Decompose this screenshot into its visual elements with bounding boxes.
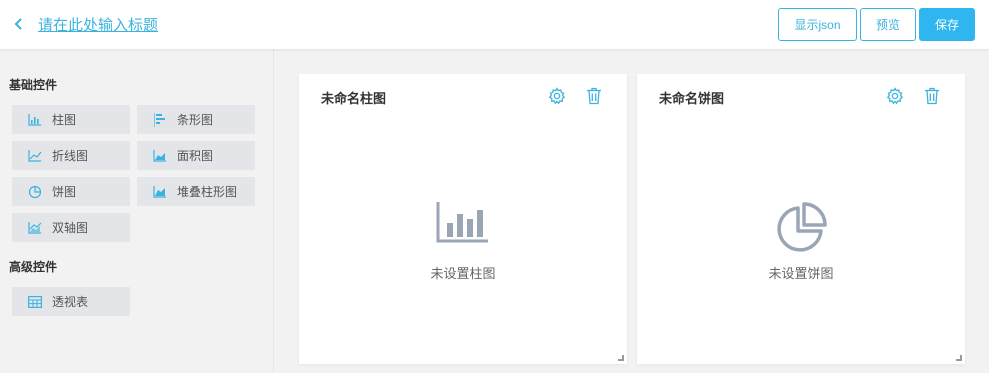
- pie-chart-icon: [777, 202, 827, 252]
- line-chart-icon: [27, 149, 43, 163]
- chart-card-pie[interactable]: 未命名饼图 未设置饼图: [637, 74, 965, 364]
- area-chart-icon: [152, 149, 168, 163]
- table-icon: [27, 295, 43, 309]
- card-title: 未命名柱图: [321, 91, 387, 106]
- page-title-input[interactable]: 请在此处输入标题: [38, 14, 158, 35]
- widget-dual-axis-chart[interactable]: 双轴图: [12, 213, 130, 242]
- bar-chart-icon: [436, 202, 488, 243]
- chart-card-bar[interactable]: 未命名柱图 未设置柱图: [299, 74, 627, 364]
- widget-label: 条形图: [177, 113, 214, 127]
- pie-chart-icon: [27, 185, 43, 199]
- show-json-button[interactable]: 显示json: [778, 8, 857, 41]
- widget-line-chart[interactable]: 折线图: [12, 141, 130, 170]
- widget-label: 面积图: [177, 149, 214, 163]
- card-title: 未命名饼图: [659, 91, 725, 106]
- widget-label: 双轴图: [52, 221, 89, 235]
- widget-label: 透视表: [52, 295, 89, 309]
- basic-controls-title: 基础控件: [9, 78, 58, 92]
- stacked-area-chart-icon: [152, 185, 168, 199]
- horizontal-bar-chart-icon: [152, 112, 168, 127]
- widget-sidebar: 基础控件 柱图 条形图 折线图 面积图 饼图 堆叠柱形图 双轴图 高级控件 透视…: [0, 49, 274, 373]
- widget-label: 折线图: [52, 149, 89, 163]
- save-button[interactable]: 保存: [919, 8, 975, 41]
- widget-area-chart[interactable]: 面积图: [137, 141, 255, 170]
- empty-chart-placeholder: [637, 202, 965, 254]
- top-bar: 请在此处输入标题 显示json 预览 保存: [0, 0, 989, 49]
- widget-horizontal-bar-chart[interactable]: 条形图: [137, 105, 255, 134]
- trash-icon[interactable]: [924, 87, 940, 105]
- widget-pie-chart[interactable]: 饼图: [12, 177, 130, 206]
- trash-icon[interactable]: [586, 87, 602, 105]
- empty-chart-text: 未设置柱图: [430, 266, 496, 281]
- preview-button[interactable]: 预览: [860, 8, 916, 41]
- gear-icon[interactable]: [886, 87, 904, 105]
- advanced-controls-title: 高级控件: [9, 260, 58, 274]
- chevron-left-icon[interactable]: [12, 14, 26, 34]
- widget-bar-chart[interactable]: 柱图: [12, 105, 130, 134]
- widget-label: 堆叠柱形图: [177, 185, 238, 199]
- widget-pivot-table[interactable]: 透视表: [12, 287, 130, 316]
- widget-label: 饼图: [52, 185, 77, 199]
- widget-label: 柱图: [52, 113, 77, 127]
- resize-handle[interactable]: [618, 355, 624, 361]
- dual-axis-chart-icon: [27, 221, 43, 235]
- gear-icon[interactable]: [548, 87, 566, 105]
- empty-chart-placeholder: [299, 202, 627, 244]
- empty-chart-text: 未设置饼图: [768, 266, 834, 281]
- widget-stacked-column-chart[interactable]: 堆叠柱形图: [137, 177, 255, 206]
- bar-chart-icon: [27, 113, 43, 127]
- resize-handle[interactable]: [956, 355, 962, 361]
